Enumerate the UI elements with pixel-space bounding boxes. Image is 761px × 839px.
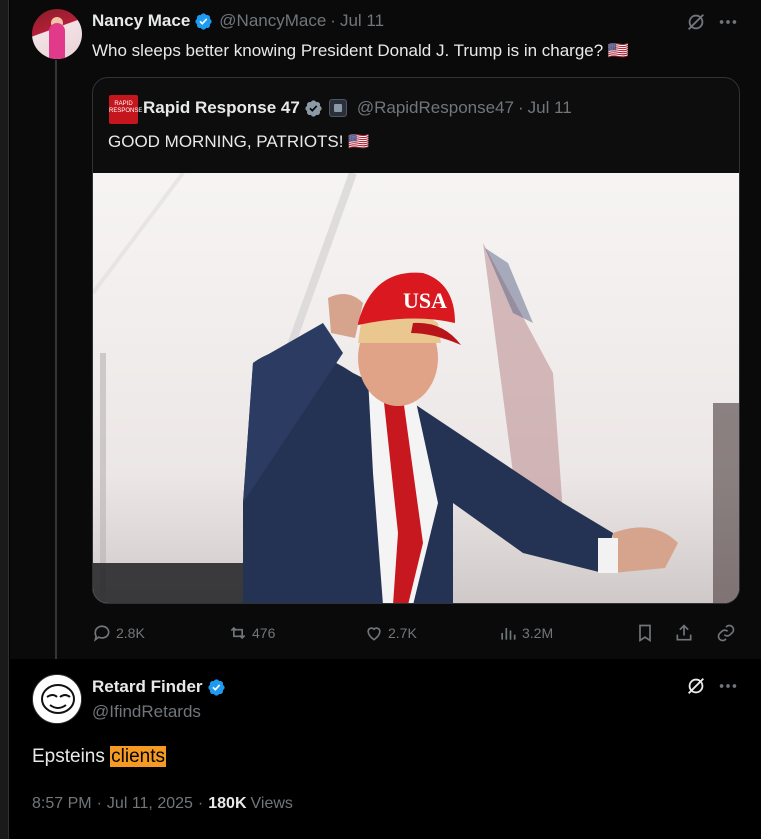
like-count: 2.7K (388, 625, 417, 641)
avatar-illustration (33, 675, 81, 723)
reply-button[interactable]: 2.8K (92, 615, 145, 651)
separator: · (330, 11, 336, 30)
reply-icon (93, 625, 110, 642)
quote-date: Jul 11 (527, 98, 572, 117)
quote-photo[interactable]: USA (93, 173, 739, 603)
reply-views-count: 180K (208, 795, 247, 812)
avatar-retard-finder[interactable] (32, 674, 82, 724)
author-name[interactable]: Nancy Mace (92, 11, 190, 31)
bookmark-button[interactable] (635, 615, 659, 651)
views-icon (501, 628, 516, 640)
more-icon[interactable] (717, 675, 739, 697)
separator: · (96, 795, 102, 812)
government-badge-icon (328, 99, 347, 117)
views-button[interactable]: 3.2M (498, 615, 553, 651)
copy-link-button[interactable] (716, 615, 740, 651)
link-icon (717, 624, 735, 642)
photo-illustration: USA (93, 173, 739, 603)
verified-icon (207, 678, 225, 696)
grok-icon[interactable] (685, 675, 707, 697)
reply-meta: 8:57 PM · Jul 11, 2025 · 180K Views (32, 795, 293, 813)
grok-icon[interactable] (685, 11, 707, 33)
reply-handle-row: @IfindRetards (92, 702, 201, 722)
separator: · (197, 795, 204, 812)
reply-author-handle[interactable]: @IfindRetards (92, 702, 201, 722)
bookmark-icon (639, 624, 651, 643)
separator: · (517, 98, 524, 117)
quote-header: Rapid Response 47 @RapidResponse47 · Jul… (143, 98, 572, 118)
reply-text: Epsteins clients (32, 746, 167, 768)
like-button[interactable]: 2.7K (364, 615, 417, 651)
author-handle[interactable]: @NancyMace (219, 11, 326, 31)
views-count: 3.2M (522, 625, 554, 641)
reply-count: 2.8K (116, 625, 145, 641)
action-bar: 2.8K 476 2.7K 3.2M (92, 615, 742, 651)
repost-button[interactable]: 476 (228, 615, 275, 651)
share-icon (676, 624, 692, 641)
parent-tweet-header: Nancy Mace @NancyMace · Jul 11 (92, 11, 384, 31)
avatar-nancy-mace[interactable] (32, 9, 82, 59)
tweet-date[interactable]: Jul 11 (340, 11, 384, 31)
quote-author-handle[interactable]: @RapidResponse47 (357, 98, 514, 118)
reply-time[interactable]: 8:57 PM (32, 795, 92, 813)
reply-text-main: Epsteins (32, 746, 105, 767)
share-button[interactable] (674, 615, 698, 651)
quoted-tweet[interactable]: RAPID RESPONSE Rapid Response 47 @RapidR… (92, 77, 740, 604)
thread-line (55, 60, 57, 670)
reply-date[interactable]: Jul 11, 2025 (107, 795, 193, 813)
quote-text: GOOD MORNING, PATRIOTS! 🇺🇸 (108, 132, 370, 151)
tweet-text: Who sleeps better knowing President Dona… (92, 41, 630, 60)
repost-count: 476 (252, 625, 276, 641)
verified-icon (305, 99, 322, 117)
verified-icon (195, 12, 212, 30)
repost-icon (230, 626, 246, 640)
reply-views-label: Views (250, 795, 293, 812)
more-icon[interactable] (717, 11, 739, 33)
reply-author-name[interactable]: Retard Finder (92, 677, 203, 697)
quote-author-name[interactable]: Rapid Response 47 (143, 98, 300, 118)
left-rail (0, 0, 9, 839)
like-icon (367, 627, 381, 641)
avatar-rapid-response[interactable]: RAPID RESPONSE (109, 95, 142, 124)
cap-text: USA (403, 288, 447, 313)
reply-header: Retard Finder (92, 677, 232, 697)
highlighted-word: clients (110, 746, 167, 767)
